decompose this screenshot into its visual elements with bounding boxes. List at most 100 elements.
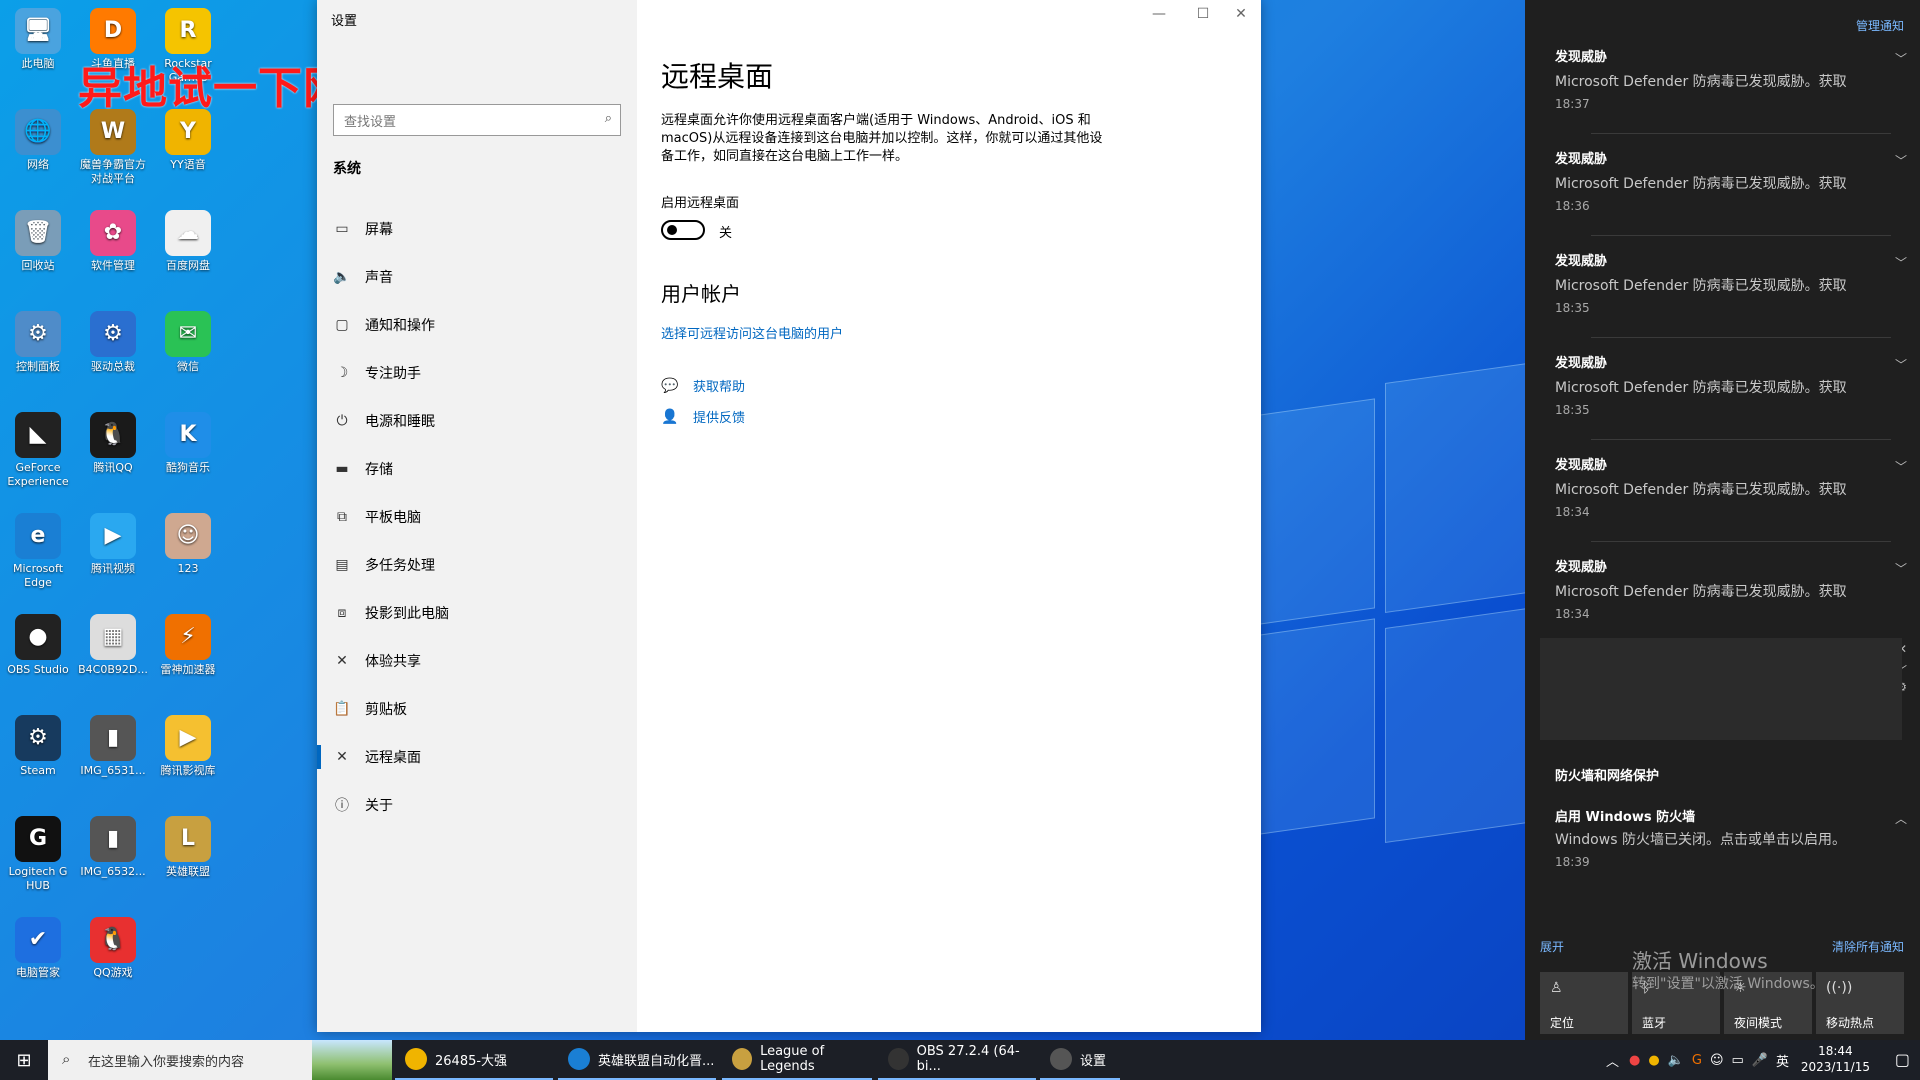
- chevron-down-icon[interactable]: ﹀: [1895, 560, 1907, 577]
- select-users-link[interactable]: 选择可远程访问这台电脑的用户: [661, 323, 843, 342]
- desktop-icon[interactable]: ✿ 软件管理: [75, 210, 151, 273]
- clock-time: 18:44: [1818, 1044, 1853, 1058]
- yy-tray-icon[interactable]: ●: [1648, 1053, 1659, 1068]
- desktop-icon[interactable]: 🐧 QQ游戏: [75, 917, 151, 980]
- desktop-icon[interactable]: ⚙ 驱动总裁: [75, 311, 151, 374]
- ime-indicator[interactable]: 英: [1776, 1051, 1789, 1070]
- desktop-icon[interactable]: 🖥 此电脑: [0, 8, 76, 71]
- taskbar-app-button[interactable]: League of Legends: [722, 1040, 872, 1080]
- desktop-icon[interactable]: Y YY语音: [150, 109, 226, 172]
- notification[interactable]: 发现威胁 Microsoft Defender 防病毒已发现威胁。获取 18:35 ﹀: [1555, 352, 1915, 417]
- gpu-tray-icon[interactable]: ☺: [1710, 1053, 1724, 1068]
- get-help-row[interactable]: 💬 获取帮助: [661, 376, 745, 396]
- manage-notifications-link[interactable]: 管理通知: [1856, 17, 1904, 34]
- desktop-icon[interactable]: ▮ IMG_6531...: [75, 715, 151, 778]
- maximize-button[interactable]: ☐: [1183, 6, 1223, 22]
- chevron-down-icon[interactable]: ﹀: [1895, 50, 1907, 67]
- chevron-down-icon[interactable]: ﹀: [1895, 152, 1907, 169]
- nav-item[interactable]: ⏻ 电源和睡眠: [317, 397, 637, 445]
- search-highlight-image: [312, 1040, 392, 1080]
- nav-item[interactable]: ✕ 体验共享: [317, 637, 637, 685]
- desktop-icon[interactable]: ▶ 腾讯视频: [75, 513, 151, 576]
- microphone-icon[interactable]: 🎤: [1752, 1053, 1768, 1068]
- chevron-down-icon[interactable]: ﹀: [1895, 458, 1907, 475]
- clock[interactable]: 18:44 2023/11/15: [1801, 1043, 1870, 1075]
- desktop-icon[interactable]: 🗑 回收站: [0, 210, 76, 273]
- quick-action-label: 蓝牙: [1642, 1016, 1667, 1030]
- nav-item[interactable]: ▭ 屏幕: [317, 205, 637, 253]
- feedback-link[interactable]: 提供反馈: [693, 407, 745, 426]
- desktop-icon[interactable]: ● OBS Studio: [0, 614, 76, 677]
- get-help-link[interactable]: 获取帮助: [693, 376, 745, 395]
- app2-tray-icon[interactable]: G: [1692, 1053, 1702, 1068]
- desktop-icon[interactable]: ◣ GeForce Experience: [0, 412, 76, 489]
- nav-item[interactable]: 🔈 声音: [317, 253, 637, 301]
- network-icon[interactable]: ▭: [1732, 1053, 1744, 1068]
- desktop-icon[interactable]: ▦ B4C0B92D...: [75, 614, 151, 677]
- taskbar-app-button[interactable]: OBS 27.2.4 (64-bi...: [878, 1040, 1036, 1080]
- clear-all-link[interactable]: 清除所有通知: [1832, 938, 1904, 955]
- desktop-icon[interactable]: W 魔兽争霸官方对战平台: [75, 109, 151, 186]
- nav-icon: ⧈: [337, 605, 347, 621]
- remote-desktop-toggle[interactable]: [661, 220, 705, 240]
- desktop-icon[interactable]: L 英雄联盟: [150, 816, 226, 879]
- desktop-icon[interactable]: K 酷狗音乐: [150, 412, 226, 475]
- notification-center-icon[interactable]: ▢: [1895, 1050, 1910, 1069]
- minimize-button[interactable]: —: [1139, 6, 1179, 22]
- desktop-icon[interactable]: ☁ 百度网盘: [150, 210, 226, 273]
- nav-item[interactable]: ⧉ 平板电脑: [317, 493, 637, 541]
- feedback-row[interactable]: 👤 提供反馈: [661, 407, 745, 427]
- notification[interactable]: 发现威胁 Microsoft Defender 防病毒已发现威胁。获取 18:35 ﹀: [1555, 250, 1915, 315]
- chevron-down-icon[interactable]: ﹀: [1895, 356, 1907, 373]
- taskbar-search-input[interactable]: ⌕ 在这里输入你要搜索的内容: [48, 1040, 392, 1080]
- start-button[interactable]: ⊞: [0, 1040, 48, 1080]
- quick-action-tile[interactable]: ♙ 定位: [1540, 972, 1628, 1034]
- nav-item[interactable]: ▤ 多任务处理: [317, 541, 637, 589]
- firewall-notification[interactable]: 启用 Windows 防火墙 Windows 防火墙已关闭。点击或单击以启用。 …: [1555, 806, 1915, 869]
- desktop-icon[interactable]: ⚙ Steam: [0, 715, 76, 778]
- chevron-up-icon[interactable]: ︿: [1895, 810, 1907, 827]
- volume-icon[interactable]: 🔈: [1668, 1053, 1684, 1068]
- notification-time: 18:36: [1555, 199, 1590, 213]
- app-icon: K: [165, 412, 211, 458]
- nav-item[interactable]: ▢ 通知和操作: [317, 301, 637, 349]
- chevron-down-icon[interactable]: ﹀: [1895, 254, 1907, 271]
- desktop-icon[interactable]: ✉ 微信: [150, 311, 226, 374]
- search-icon: ⌕: [604, 111, 612, 126]
- desktop-icon[interactable]: 🌐 网络: [0, 109, 76, 172]
- desktop-icon[interactable]: 🐧 腾讯QQ: [75, 412, 151, 475]
- notification[interactable]: 发现威胁 Microsoft Defender 防病毒已发现威胁。获取 18:37 ﹀: [1555, 46, 1915, 111]
- chevron-up-icon[interactable]: ︿: [1606, 1051, 1619, 1070]
- app-icon: ⚙: [90, 311, 136, 357]
- desktop-icon[interactable]: e Microsoft Edge: [0, 513, 76, 590]
- nav-item[interactable]: 📋 剪贴板: [317, 685, 637, 733]
- nav-item[interactable]: ⧈ 投影到此电脑: [317, 589, 637, 637]
- desktop-icon[interactable]: ▮ IMG_6532...: [75, 816, 151, 879]
- close-button[interactable]: ✕: [1221, 6, 1261, 22]
- desktop-icon[interactable]: G Logitech G HUB: [0, 816, 76, 893]
- taskbar-app-button[interactable]: 英雄联盟自动化晋...: [558, 1040, 716, 1080]
- desktop-icon[interactable]: ⚙ 控制面板: [0, 311, 76, 374]
- desktop-icon-label: 驱动总裁: [91, 360, 135, 373]
- desktop-icon[interactable]: ▶ 腾讯影视库: [150, 715, 226, 778]
- search-icon: ⌕: [62, 1050, 71, 1068]
- taskbar-app-button[interactable]: 设置: [1040, 1040, 1120, 1080]
- search-placeholder: 查找设置: [344, 115, 397, 130]
- expand-link[interactable]: 展开: [1540, 938, 1564, 955]
- quick-action-tile[interactable]: ((·)) 移动热点: [1816, 972, 1904, 1034]
- app-tray-icon[interactable]: ●: [1629, 1053, 1640, 1068]
- taskbar-app-button[interactable]: 26485-大强: [395, 1040, 553, 1080]
- notification[interactable]: 发现威胁 Microsoft Defender 防病毒已发现威胁。获取 18:34 ﹀: [1555, 556, 1915, 621]
- app-icon: 🐧: [90, 917, 136, 963]
- desktop-icon[interactable]: ✔ 电脑管家: [0, 917, 76, 980]
- nav-item[interactable]: ✕ 远程桌面: [317, 733, 637, 781]
- nav-item[interactable]: ▬ 存储: [317, 445, 637, 493]
- notification[interactable]: 发现威胁 Microsoft Defender 防病毒已发现威胁。获取 18:34 ﹀: [1555, 454, 1915, 519]
- desktop-icon[interactable]: ⚡ 雷神加速器: [150, 614, 226, 677]
- settings-search-input[interactable]: 查找设置 ⌕: [333, 104, 621, 136]
- nav-item[interactable]: ☽ 专注助手: [317, 349, 637, 397]
- desktop-icon-label: Logitech G HUB: [8, 865, 68, 892]
- nav-item[interactable]: ⓘ 关于: [317, 781, 637, 829]
- desktop-icon[interactable]: ☺ 123: [150, 513, 226, 576]
- notification[interactable]: 发现威胁 Microsoft Defender 防病毒已发现威胁。获取 18:36 ﹀: [1555, 148, 1915, 213]
